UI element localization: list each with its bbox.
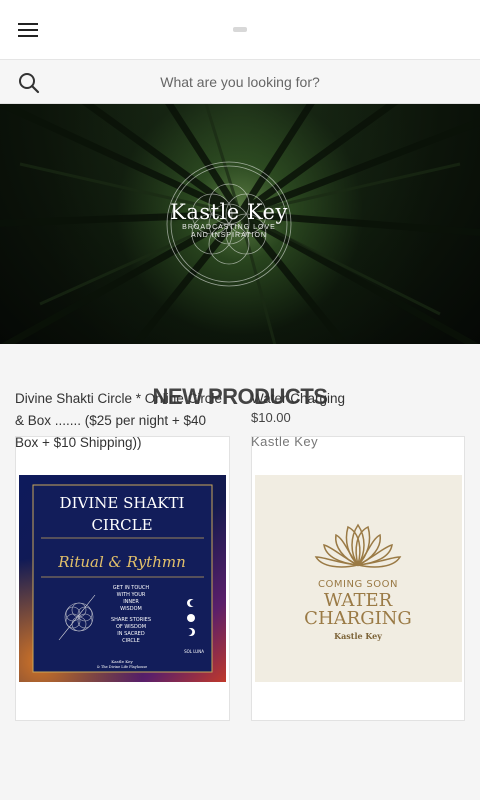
search-icon[interactable] [18,72,40,94]
divine-shakti-poster: DIVINE SHAKTI CIRCLE Ritual & Rythmn GET… [19,475,226,682]
hero-tagline-line2: AND INSPIRATION [191,232,267,239]
svg-text:SHARE STORIES: SHARE STORIES [111,617,151,623]
site-header [0,0,480,60]
hero-banner[interactable]: Kastle Key BROADCASTING LOVE AND INSPIRA… [0,104,480,344]
svg-text:IN SACRED: IN SACRED [117,631,145,637]
poster-coming-soon: COMING SOON [318,579,398,590]
poster-subtitle: Ritual & Rythmn [57,553,186,571]
svg-text:INNER: INNER [123,599,139,605]
water-charging-poster: COMING SOON WATER CHARGING Kastle Key [255,475,462,682]
site-logo[interactable] [233,27,247,32]
product-price-water-charging: $10.00 [251,410,291,425]
product-image-divine-shakti[interactable]: DIVINE SHAKTI CIRCLE Ritual & Rythmn GET… [19,475,226,682]
svg-text:SOL LUNA: SOL LUNA [184,649,204,654]
product-card-water-charging[interactable]: COMING SOON WATER CHARGING Kastle Key [251,436,465,721]
hamburger-menu-icon[interactable] [16,20,40,40]
product-card-divine-shakti[interactable]: DIVINE SHAKTI CIRCLE Ritual & Rythmn GET… [15,436,230,721]
svg-text:Kastle Key: Kastle Key [111,659,133,664]
svg-text:WITH YOUR: WITH YOUR [117,592,146,598]
product-image-water-charging[interactable]: COMING SOON WATER CHARGING Kastle Key [255,475,462,682]
hero-tagline-line1: BROADCASTING LOVE [182,224,276,231]
svg-text:GET IN TOUCH: GET IN TOUCH [113,585,150,591]
svg-text:WISDOM: WISDOM [120,606,142,612]
search-input[interactable] [60,68,420,96]
poster-title-2: CIRCLE [91,516,152,534]
product-brand-water-charging[interactable]: Kastle Key [251,434,318,449]
search-bar [0,60,480,104]
svg-text:& The Divine Life Playhouse: & The Divine Life Playhouse [97,665,147,669]
poster-title-1: DIVINE SHAKTI [60,494,185,512]
svg-text:CIRCLE: CIRCLE [122,638,140,644]
svg-text:OF WISDOM: OF WISDOM [116,624,146,630]
hero-logo: Kastle Key BROADCASTING LOVE AND INSPIRA… [0,200,480,240]
product-name-water-charging[interactable]: Water Charging [251,388,465,410]
hero-title: Kastle Key [170,200,288,224]
product-name-divine-shakti[interactable]: Divine Shakti Circle * Online Circle & B… [15,388,230,454]
poster-brand: Kastle Key [334,631,382,641]
poster-charging: CHARGING [304,608,412,629]
